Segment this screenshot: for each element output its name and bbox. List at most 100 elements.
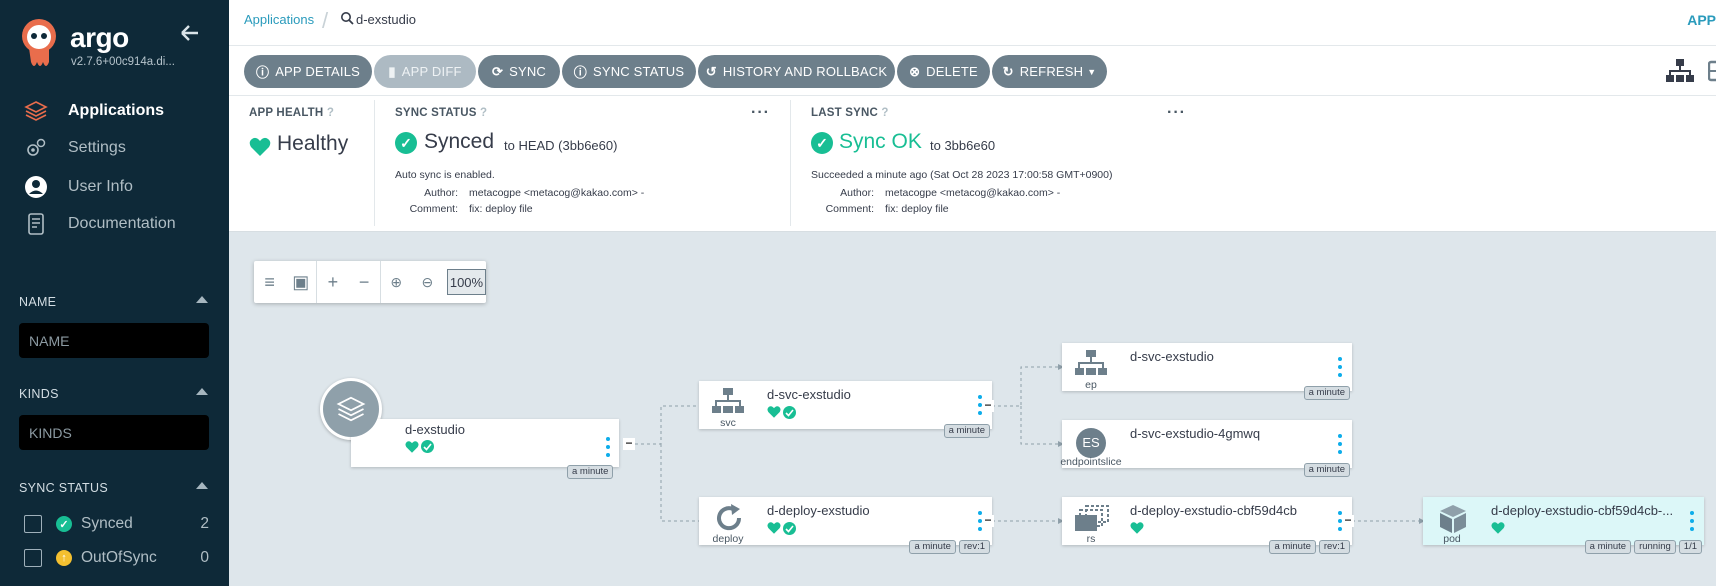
age-tag: a minute <box>909 540 956 554</box>
collapse-toggle[interactable]: − <box>1342 514 1354 527</box>
name-filter-input[interactable] <box>19 323 209 358</box>
node-name: d-svc-exstudio <box>767 387 851 402</box>
collapse-toggle[interactable]: − <box>982 399 994 412</box>
sitemap-icon[interactable] <box>1665 58 1695 84</box>
sync-icon: ⟳ <box>491 63 504 79</box>
caret-up-icon[interactable] <box>196 296 208 303</box>
layers-icon <box>24 99 48 123</box>
breadcrumb-applications[interactable]: Applications <box>244 12 314 27</box>
age-tag: a minute <box>1269 540 1316 554</box>
endpointslice-node[interactable]: ES endpointslice d-svc-exstudio-4gmwq a … <box>1060 420 1352 477</box>
health-value: Healthy <box>277 132 349 155</box>
node-status <box>767 521 796 535</box>
sync-target: to HEAD (3bb6e60) <box>504 138 618 153</box>
node-tags: a minute rev:1 <box>1269 540 1350 554</box>
nav-label: Applications <box>68 102 165 119</box>
deploy-node[interactable]: deploy d-deploy-exstudio a minute rev:1 <box>699 497 992 554</box>
comment-value: fix: deploy file <box>885 203 949 215</box>
ep-node[interactable]: ep d-svc-exstudio a minute <box>1062 343 1352 400</box>
heart-icon <box>767 522 781 534</box>
collapse-toggle[interactable]: − <box>982 514 994 527</box>
node-tags: a minute <box>943 424 990 438</box>
info-icon: ⓘ <box>255 65 270 80</box>
app-details-button[interactable]: ⓘ APP DETAILS <box>244 55 372 88</box>
caret-up-icon[interactable] <box>196 388 208 395</box>
sync-status-button[interactable]: ⓘ SYNC STATUS <box>562 55 696 88</box>
collapse-toggle[interactable]: − <box>623 437 635 450</box>
author-value: metacogpe <metacog@kakao.com> - <box>885 187 1061 199</box>
node-kind: deploy <box>712 533 744 545</box>
last-sync-target: to 3bb6e60 <box>930 138 996 153</box>
rs-node[interactable]: rs d-deploy-exstudio-cbf59d4cb a minute … <box>1062 497 1352 554</box>
file-icon: ▮ <box>388 63 396 79</box>
nav-label: Documentation <box>68 215 176 232</box>
sidebar-item-settings[interactable]: Settings <box>24 135 126 161</box>
app-node-menu[interactable] <box>606 437 610 457</box>
resource-tree-canvas: ≡ ▣ + − ⊕ ⊖ 100% d-exstudio a minute − s… <box>229 233 1716 586</box>
comment-key: Comment: <box>825 203 874 215</box>
sync-filter-count: 2 <box>200 515 209 532</box>
check-circle-icon <box>783 405 796 419</box>
sidebar-item-documentation[interactable]: Documentation <box>24 211 176 237</box>
node-name: d-deploy-exstudio-cbf59d4cb-... <box>1491 503 1674 518</box>
node-kind: rs <box>1086 533 1096 545</box>
checkbox[interactable] <box>24 515 42 533</box>
button-label: APP DIFF <box>401 64 462 79</box>
node-kind: svc <box>720 417 736 429</box>
last-sync-more-menu[interactable]: ··· <box>1167 104 1186 122</box>
nav-label: Settings <box>68 139 126 156</box>
view-toggle-icon[interactable] <box>1708 58 1716 84</box>
divider <box>790 100 791 226</box>
question-circle-icon: ? <box>881 107 889 119</box>
caret-down-icon: ▼ <box>1087 66 1097 77</box>
sync-status-filter-title: SYNC STATUS <box>19 481 108 495</box>
sync-filter-count: 0 <box>200 549 209 566</box>
app-node[interactable] <box>351 419 619 467</box>
history-and-rollback-button[interactable]: ↺ HISTORY AND ROLLBACK <box>698 55 895 88</box>
check-circle-icon <box>421 440 434 453</box>
button-label: SYNC <box>509 64 546 79</box>
pod-node[interactable]: pod d-deploy-exstudio-cbf59d4cb-... a mi… <box>1423 497 1704 554</box>
node-name: d-svc-exstudio-4gmwq <box>1130 426 1261 441</box>
age-tag: a minute <box>1303 386 1350 400</box>
arrow-up-circle-icon: ↑ <box>56 550 72 566</box>
app-node-name: d-exstudio <box>405 422 465 437</box>
top-bar: Applications / d-exstudio APP <box>229 0 1716 46</box>
kinds-filter-input[interactable] <box>19 415 209 450</box>
sync-icon <box>717 504 742 531</box>
last-sync-title: LAST SYNC ? <box>811 107 889 119</box>
sidebar-item-user-info[interactable]: User Info <box>24 174 133 200</box>
status-tag: running <box>1634 540 1676 554</box>
book-icon <box>24 212 48 236</box>
top-right-label[interactable]: APP <box>1687 12 1716 28</box>
user-circle-icon <box>24 175 48 199</box>
sidebar-item-applications[interactable]: Applications <box>24 98 164 124</box>
last-sync-succeeded: Succeeded a minute ago (Sat Oct 28 2023 … <box>811 169 1113 181</box>
node-menu[interactable] <box>1690 511 1694 531</box>
argo-logo-icon <box>22 19 56 66</box>
delete-button[interactable]: ⊗ DELETE <box>897 55 990 88</box>
auto-sync-text: Auto sync is enabled. <box>395 169 495 181</box>
node-menu[interactable] <box>1338 357 1342 377</box>
button-label: SYNC STATUS <box>592 64 685 79</box>
sitemap-icon <box>1075 350 1107 375</box>
checkbox[interactable] <box>24 549 42 567</box>
author-value: metacogpe <metacog@kakao.com> - <box>469 187 645 199</box>
collapse-sidebar-button[interactable] <box>180 24 202 46</box>
breadcrumb-current: d-exstudio <box>356 12 416 27</box>
node-menu[interactable] <box>1338 434 1342 454</box>
refresh-button[interactable]: ↻ REFRESH ▼ <box>992 55 1107 88</box>
svc-node[interactable]: svc d-svc-exstudio a minute <box>699 381 992 438</box>
sync-filter-outofsync[interactable]: ↑ OutOfSync 0 <box>24 546 209 570</box>
sync-status-more-menu[interactable]: ··· <box>751 104 770 122</box>
button-label: DELETE <box>926 64 978 79</box>
name-filter-title: NAME <box>19 295 57 309</box>
sync-filter-synced[interactable]: ✓ Synced 2 <box>24 512 209 536</box>
heart-icon <box>405 441 419 453</box>
heart-icon <box>249 137 271 156</box>
sync-button[interactable]: ⟳ SYNC <box>478 55 560 88</box>
node-kind: endpointslice <box>1060 456 1122 468</box>
caret-up-icon[interactable] <box>196 482 208 489</box>
app-diff-button[interactable]: ▮ APP DIFF <box>374 55 476 88</box>
app-node-status <box>405 440 434 454</box>
